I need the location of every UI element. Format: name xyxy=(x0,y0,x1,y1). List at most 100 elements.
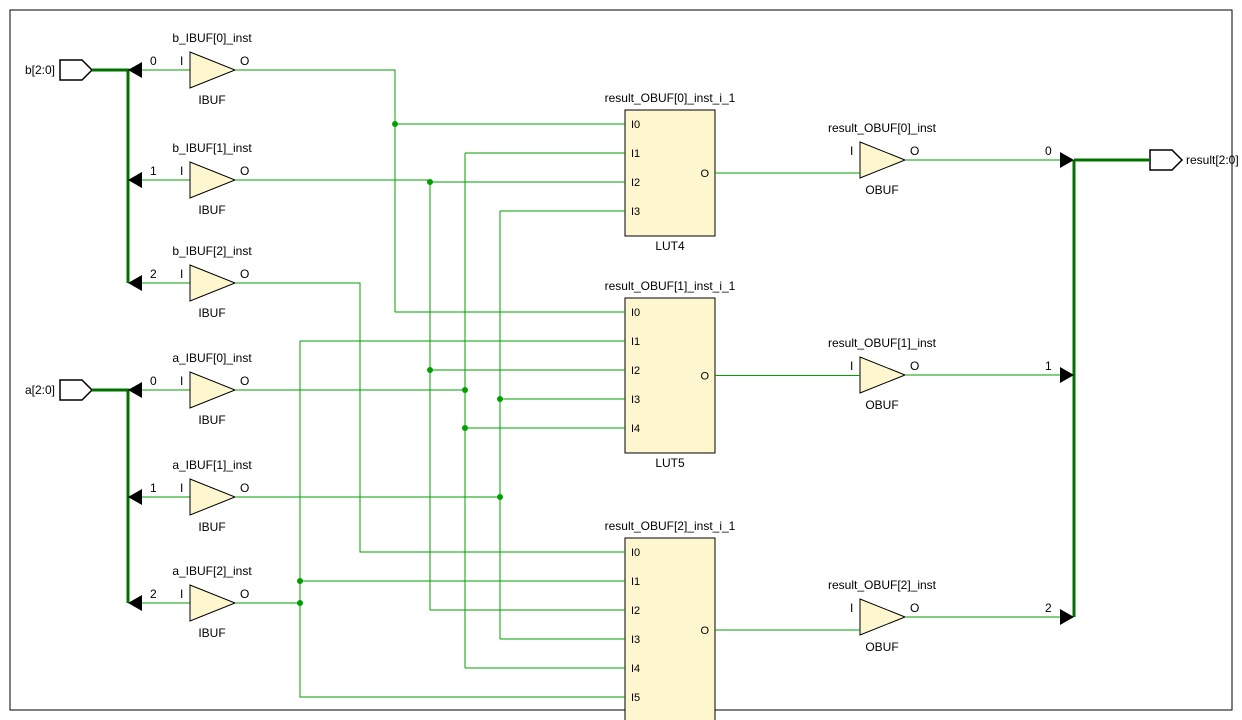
inst-name: result_OBUF[1]_inst xyxy=(828,336,937,350)
buffer-icon xyxy=(190,479,235,515)
inst-type: IBUF xyxy=(198,203,225,217)
inst-type: OBUF xyxy=(865,640,898,654)
buffer-icon xyxy=(190,52,235,88)
pin-o: O xyxy=(240,267,249,281)
pin-o: O xyxy=(240,481,249,495)
bit-label: 2 xyxy=(1045,601,1052,615)
inst-type: IBUF xyxy=(198,520,225,534)
pin-label: I2 xyxy=(631,605,640,617)
pin-label: I0 xyxy=(631,307,640,319)
inst-name: result_OBUF[0]_inst xyxy=(828,121,937,135)
pin-i: I xyxy=(180,164,183,178)
output-port-result[interactable]: result[2:0] xyxy=(1150,150,1239,170)
pin-label: I2 xyxy=(631,177,640,189)
buffer-icon xyxy=(860,599,905,635)
pin-i: I xyxy=(180,374,183,388)
input-port-b[interactable]: b[2:0] xyxy=(25,60,92,80)
buffer-icon xyxy=(860,142,905,178)
pin-label: I0 xyxy=(631,119,640,131)
buffer-icon xyxy=(190,585,235,621)
bit-label: 1 xyxy=(150,481,157,495)
net xyxy=(235,211,500,497)
net xyxy=(235,180,430,610)
buffer-icon xyxy=(190,265,235,301)
inst-type: IBUF xyxy=(198,413,225,427)
pin-o: O xyxy=(910,144,919,158)
input-port-a[interactable]: a[2:0] xyxy=(25,380,92,400)
bit-label: 1 xyxy=(150,164,157,178)
buffer-icon xyxy=(190,372,235,408)
ibuf-1[interactable]: 1 I Ob_IBUF[1]_inst IBUF xyxy=(128,141,252,217)
inst-type: LUT4 xyxy=(655,239,685,253)
inst-name: b_IBUF[1]_inst xyxy=(172,141,252,155)
pin-label: I3 xyxy=(631,634,640,646)
inst-name: result_OBUF[1]_inst_i_1 xyxy=(605,279,736,293)
obuf-0[interactable]: I Oresult_OBUF[0]_inst OBUF 0 xyxy=(828,121,1074,197)
pin-o: O xyxy=(910,601,919,615)
obuf-1[interactable]: I Oresult_OBUF[1]_inst OBUF 1 xyxy=(828,336,1074,412)
inst-type: IBUF xyxy=(198,626,225,640)
inst-name: b_IBUF[0]_inst xyxy=(172,31,252,45)
ibuf-5[interactable]: 2 I Oa_IBUF[2]_inst IBUF xyxy=(128,564,252,640)
schematic-canvas[interactable]: b[2:0] a[2:0] result[2:0] 0 I Ob_IBUF[0]_i… xyxy=(0,0,1242,720)
buffer-icon xyxy=(190,162,235,198)
pin-out: O xyxy=(700,625,709,637)
pin-i: I xyxy=(850,601,853,615)
inst-name: a_IBUF[1]_inst xyxy=(172,458,252,472)
inst-type: IBUF xyxy=(198,93,225,107)
ibuf-4[interactable]: 1 I Oa_IBUF[1]_inst IBUF xyxy=(128,458,252,534)
pin-label: I5 xyxy=(631,692,640,704)
pin-label: I1 xyxy=(631,336,640,348)
inst-name: result_OBUF[2]_inst xyxy=(828,578,937,592)
net xyxy=(235,70,395,312)
inst-name: result_OBUF[0]_inst_i_1 xyxy=(605,91,736,105)
bit-label: 0 xyxy=(1045,144,1052,158)
pin-o: O xyxy=(240,54,249,68)
pin-o: O xyxy=(240,164,249,178)
inst-name: b_IBUF[2]_inst xyxy=(172,244,252,258)
bit-label: 0 xyxy=(150,374,157,388)
pin-i: I xyxy=(180,54,183,68)
pin-out: O xyxy=(700,371,709,383)
ibuf-2[interactable]: 2 I Ob_IBUF[2]_inst IBUF xyxy=(128,244,252,320)
bit-label: 1 xyxy=(1045,359,1052,373)
buffer-icon xyxy=(860,357,905,393)
lut-0[interactable]: result_OBUF[0]_inst_i_1LUT4I0I1I2I3O xyxy=(605,91,736,253)
net xyxy=(300,603,625,697)
inst-type: OBUF xyxy=(865,183,898,197)
junction-dot xyxy=(462,387,468,393)
pin-i: I xyxy=(180,267,183,281)
lut-2[interactable]: result_OBUF[2]_inst_i_1LUT6I0I1I2I3I4I5O xyxy=(605,519,736,720)
inst-type: LUT5 xyxy=(655,456,685,470)
port-label: result[2:0] xyxy=(1186,153,1239,167)
port-label: a[2:0] xyxy=(25,383,55,397)
ibuf-3[interactable]: 0 I Oa_IBUF[0]_inst IBUF xyxy=(128,351,252,427)
pin-i: I xyxy=(850,144,853,158)
pin-label: I0 xyxy=(631,547,640,559)
bit-label: 2 xyxy=(150,267,157,281)
pin-label: I3 xyxy=(631,394,640,406)
inst-name: a_IBUF[2]_inst xyxy=(172,564,252,578)
pin-label: I4 xyxy=(631,663,640,675)
obuf-2[interactable]: I Oresult_OBUF[2]_inst OBUF 2 xyxy=(828,578,1074,654)
ibuf-0[interactable]: 0 I Ob_IBUF[0]_inst IBUF xyxy=(128,31,252,107)
bit-label: 2 xyxy=(150,587,157,601)
bit-label: 0 xyxy=(150,54,157,68)
pin-label: I4 xyxy=(631,423,640,435)
pin-label: I1 xyxy=(631,576,640,588)
pin-label: I3 xyxy=(631,206,640,218)
pin-label: I1 xyxy=(631,148,640,160)
lut-1[interactable]: result_OBUF[1]_inst_i_1LUT5I0I1I2I3I4O xyxy=(605,279,736,470)
pin-i: I xyxy=(180,481,183,495)
pin-i: I xyxy=(180,587,183,601)
inst-name: a_IBUF[0]_inst xyxy=(172,351,252,365)
pin-i: I xyxy=(850,359,853,373)
inst-type: OBUF xyxy=(865,398,898,412)
inst-type: IBUF xyxy=(198,306,225,320)
pin-o: O xyxy=(240,374,249,388)
junction-dot xyxy=(497,494,503,500)
pin-o: O xyxy=(910,359,919,373)
pin-o: O xyxy=(240,587,249,601)
port-label: b[2:0] xyxy=(25,63,55,77)
junction-dot xyxy=(297,600,303,606)
